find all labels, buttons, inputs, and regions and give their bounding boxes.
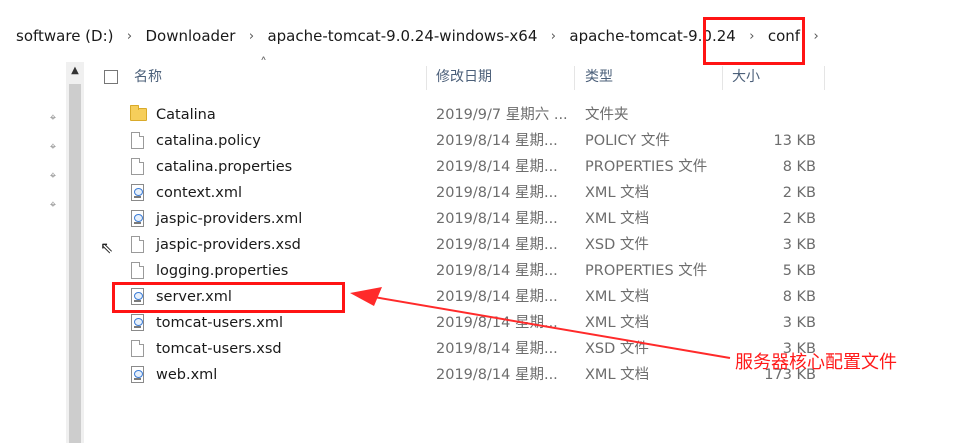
chevron-right-icon[interactable]: › (548, 29, 558, 44)
file-name: Catalina (156, 107, 216, 123)
chevron-right-icon[interactable]: › (125, 29, 135, 44)
file-name: web.xml (156, 367, 218, 383)
file-size: 13 KB (773, 133, 816, 149)
file-type: PROPERTIES 文件 (585, 159, 708, 175)
column-date[interactable]: 修改日期 (436, 62, 492, 92)
file-name: jaspic-providers.xsd (156, 237, 301, 253)
file-date: 2019/8/14 星期... (436, 211, 558, 227)
file-name: tomcat-users.xsd (156, 341, 282, 357)
mouse-cursor-icon: ⇖ (100, 238, 114, 257)
file-date: 2019/8/14 星期... (436, 341, 558, 357)
file-date: 2019/8/14 星期... (436, 367, 558, 383)
file-type: XML 文档 (585, 185, 650, 201)
file-type: 文件夹 (585, 107, 629, 123)
file-type: XSD 文件 (585, 237, 649, 253)
file-type: XSD 文件 (585, 341, 649, 357)
breadcrumb-drive[interactable]: software (D:) (14, 27, 116, 45)
address-bar: software (D:) › Downloader › apache-tomc… (0, 0, 955, 62)
file-type: XML 文档 (585, 211, 650, 227)
xml-file-icon (130, 184, 146, 202)
file-row[interactable]: context.xml 2019/8/14 星期... XML 文档 2 KB (92, 180, 952, 206)
file-list: Catalina 2019/9/7 星期六 ... 文件夹 catalina.poli… (92, 102, 952, 388)
file-row[interactable]: catalina.properties 2019/8/14 星期... PROPER… (92, 154, 952, 180)
pin-icon[interactable]: ⌖ (48, 141, 58, 153)
file-name: tomcat-users.xml (156, 315, 283, 331)
chevron-right-icon[interactable]: › (811, 29, 821, 44)
file-date: 2019/8/14 星期... (436, 263, 558, 279)
file-name: jaspic-providers.xml (156, 211, 303, 227)
file-size: 2 KB (782, 185, 816, 201)
file-type: PROPERTIES 文件 (585, 263, 708, 279)
file-name: context.xml (156, 185, 242, 201)
column-size[interactable]: 大小 (732, 62, 760, 92)
pin-icon[interactable]: ⌖ (48, 199, 58, 211)
file-size: 3 KB (782, 315, 816, 331)
file-row[interactable]: jaspic-providers.xsd 2019/8/14 星期... XSD 文… (92, 232, 952, 258)
breadcrumb-tomcat-windows[interactable]: apache-tomcat-9.0.24-windows-x64 (265, 27, 539, 45)
highlight-box-conf (703, 17, 805, 65)
annotation-label: 服务器核心配置文件 (735, 352, 897, 373)
file-date: 2019/8/14 星期... (436, 133, 558, 149)
column-name[interactable]: 名称 (134, 62, 162, 92)
file-type: XML 文档 (585, 367, 650, 383)
file-size: 2 KB (782, 211, 816, 227)
file-icon (130, 262, 146, 280)
pin-icon[interactable]: ⌖ (48, 170, 58, 182)
chevron-right-icon[interactable]: › (246, 29, 256, 44)
xml-file-icon (130, 314, 146, 332)
file-row[interactable]: logging.properties 2019/8/14 星期... PROPERT… (92, 258, 952, 284)
select-all-checkbox[interactable] (104, 70, 118, 84)
file-date: 2019/8/14 星期... (436, 185, 558, 201)
xml-file-icon (130, 366, 146, 384)
file-icon (130, 340, 146, 358)
file-size (732, 102, 816, 128)
file-row[interactable]: Catalina 2019/9/7 星期六 ... 文件夹 (92, 102, 952, 128)
file-size: 8 KB (782, 159, 816, 175)
file-size: 5 KB (782, 263, 816, 279)
column-divider[interactable] (824, 66, 825, 90)
file-type: XML 文档 (585, 315, 650, 331)
file-size: 8 KB (782, 289, 816, 305)
navigation-scrollbar[interactable]: ▲ (66, 62, 84, 443)
xml-file-icon (130, 210, 146, 228)
file-row[interactable]: jaspic-providers.xml 2019/8/14 星期... XML 文… (92, 206, 952, 232)
folder-icon (130, 105, 147, 124)
file-icon (130, 132, 146, 150)
column-type[interactable]: 类型 (585, 62, 613, 92)
file-date: 2019/8/14 星期... (436, 159, 558, 175)
column-divider[interactable] (722, 66, 723, 90)
column-divider[interactable] (426, 66, 427, 90)
file-name: catalina.properties (156, 159, 293, 175)
file-date: 2019/8/14 星期... (436, 289, 558, 305)
file-list-header: ˄ 名称 修改日期 类型 大小 (92, 56, 952, 92)
file-date: 2019/9/7 星期六 ... (436, 107, 568, 123)
pin-icon[interactable]: ⌖ (48, 112, 58, 124)
scroll-thumb[interactable] (69, 84, 81, 443)
scroll-up-icon[interactable]: ▲ (66, 64, 84, 78)
file-date: 2019/8/14 星期... (436, 237, 558, 253)
breadcrumb-downloader[interactable]: Downloader (144, 27, 238, 45)
file-name: catalina.policy (156, 133, 261, 149)
navigation-pane: ⌖ ⌖ ⌖ ⌖ (0, 62, 66, 443)
file-row[interactable]: catalina.policy 2019/8/14 星期... POLICY 文件 1… (92, 128, 952, 154)
file-size: 3 KB (782, 237, 816, 253)
file-name: logging.properties (156, 263, 289, 279)
file-row[interactable]: tomcat-users.xml 2019/8/14 星期... XML 文档 3 K… (92, 310, 952, 336)
file-type: XML 文档 (585, 289, 650, 305)
file-icon (130, 158, 146, 176)
sort-up-icon: ˄ (260, 56, 267, 72)
file-type: POLICY 文件 (585, 133, 670, 149)
file-date: 2019/8/14 星期... (436, 315, 558, 331)
column-divider[interactable] (574, 66, 575, 90)
file-icon (130, 236, 146, 254)
highlight-box-server-xml (112, 282, 345, 313)
